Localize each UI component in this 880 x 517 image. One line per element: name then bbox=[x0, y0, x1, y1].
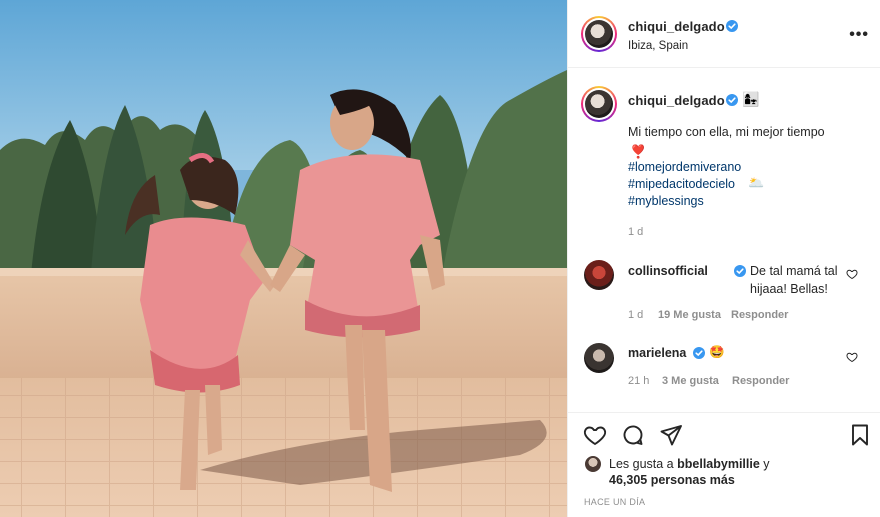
liker-username[interactable]: bbellabymillie bbox=[677, 457, 760, 471]
post-location[interactable]: Ibiza, Spain bbox=[628, 40, 688, 52]
post-photo[interactable] bbox=[0, 0, 567, 517]
comment-text: De tal mamá tal hijaaa! Bellas! bbox=[750, 264, 838, 296]
likes-summary: Les gusta a bbellabymillie y 46,305 pers… bbox=[609, 456, 869, 488]
post-modal: chiqui_delgado Ibiza, Spain ••• chiqui_d… bbox=[0, 0, 880, 517]
likes-joiner: y bbox=[763, 457, 770, 471]
like-comment-heart-icon[interactable] bbox=[846, 268, 858, 280]
family-emoji: 👩‍👧 bbox=[742, 91, 760, 107]
liker-avatar[interactable] bbox=[584, 455, 602, 473]
post-header: chiqui_delgado Ibiza, Spain ••• bbox=[568, 0, 880, 68]
caption-time[interactable]: 1 d bbox=[628, 226, 643, 238]
heart-emoji: ❣️ bbox=[630, 144, 647, 159]
post-side-panel: chiqui_delgado Ibiza, Spain ••• chiqui_d… bbox=[567, 0, 880, 517]
cloud-emoji: 🌥️ bbox=[748, 175, 765, 190]
like-heart-icon[interactable] bbox=[583, 423, 607, 447]
comment-likes[interactable]: 3 Me gusta bbox=[662, 375, 719, 387]
author-username[interactable]: chiqui_delgado bbox=[628, 19, 725, 34]
commenter-avatar[interactable] bbox=[584, 343, 614, 373]
likes-count[interactable]: 46,305 personas más bbox=[609, 473, 735, 487]
comment-likes[interactable]: 19 Me gusta bbox=[658, 309, 721, 321]
post-date[interactable]: HACE UN DÍA bbox=[584, 497, 645, 507]
like-comment-heart-icon[interactable] bbox=[846, 351, 858, 363]
author-avatar[interactable] bbox=[581, 16, 617, 52]
comment-text: 🤩 bbox=[709, 345, 725, 359]
comment-reply-button[interactable]: Responder bbox=[732, 375, 789, 387]
comment-time[interactable]: 1 d bbox=[628, 309, 643, 321]
caption-text: Mi tiempo con ella, mi mejor tiempo bbox=[628, 125, 825, 139]
caption-username[interactable]: chiqui_delgado bbox=[628, 93, 725, 108]
verified-badge-icon bbox=[726, 20, 738, 32]
more-options-icon[interactable]: ••• bbox=[849, 26, 869, 44]
hashtag-link[interactable]: #mipedacitodecielo bbox=[628, 177, 735, 191]
photo-illustration bbox=[0, 0, 567, 517]
comment-bubble-icon[interactable] bbox=[621, 423, 645, 447]
comment-username[interactable]: collinsofficial bbox=[628, 264, 708, 278]
verified-badge-icon bbox=[726, 94, 738, 106]
comment-reply-button[interactable]: Responder bbox=[731, 309, 788, 321]
hashtag-link[interactable]: #myblessings bbox=[628, 194, 704, 208]
share-paper-plane-icon[interactable] bbox=[659, 423, 683, 447]
comment-username[interactable]: marielena bbox=[628, 344, 686, 362]
verified-badge-icon bbox=[734, 265, 746, 277]
verified-badge-icon bbox=[693, 347, 705, 359]
hashtag-link[interactable]: #lomejordemiverano bbox=[628, 160, 741, 174]
save-bookmark-icon[interactable] bbox=[848, 423, 872, 447]
likes-prefix: Les gusta a bbox=[609, 457, 674, 471]
post-actions-bar: Les gusta a bbellabymillie y 46,305 pers… bbox=[568, 412, 880, 517]
commenter-avatar[interactable] bbox=[584, 260, 614, 290]
caption-author-avatar[interactable] bbox=[581, 86, 617, 122]
comment-time[interactable]: 21 h bbox=[628, 375, 649, 387]
